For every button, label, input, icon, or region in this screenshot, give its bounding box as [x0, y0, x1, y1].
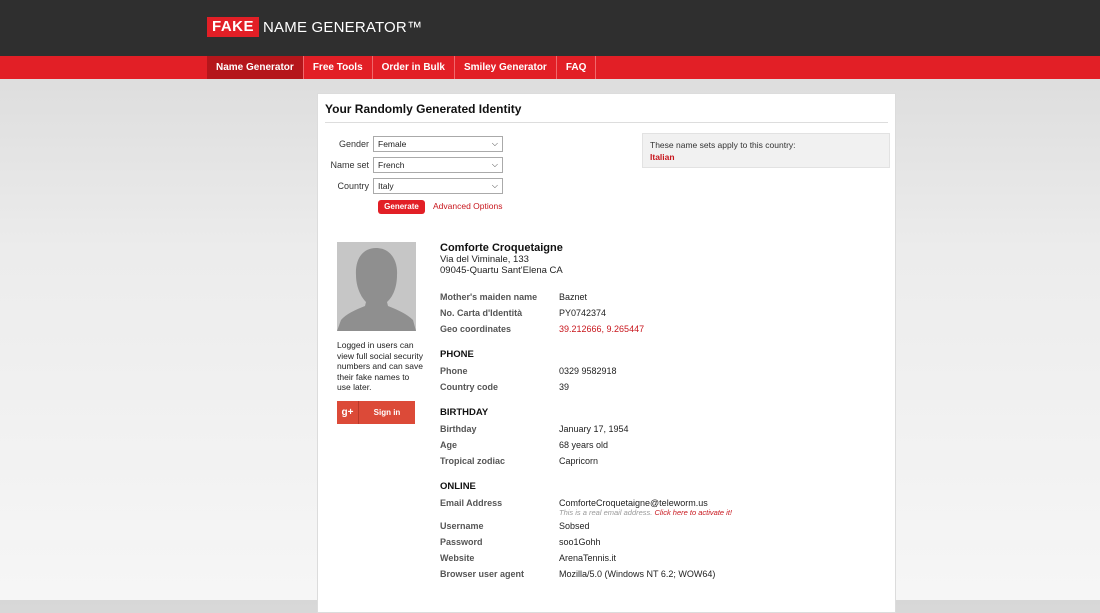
detail-label: Username: [440, 521, 484, 531]
chevron-down-icon: ⌵: [491, 181, 498, 190]
address-line-2: 09045-Quartu Sant'Elena CA: [440, 265, 563, 276]
detail-label: Age: [440, 440, 458, 450]
detail-value: Baznet: [559, 292, 588, 302]
page-title: Your Randomly Generated Identity: [325, 102, 522, 116]
detail-label: Country code: [440, 382, 499, 392]
detail-row: Birthday January 17, 1954: [440, 421, 880, 437]
detail-value: 39: [559, 382, 570, 392]
detail-label: Browser user agent: [440, 569, 525, 579]
advanced-options-link[interactable]: Advanced Options: [433, 201, 502, 211]
signin-label: Sign in: [373, 408, 401, 417]
country-select-value: Italy: [378, 181, 394, 191]
info-country: Italian: [650, 152, 675, 162]
detail-value: 0329 9582918: [559, 366, 617, 376]
section-heading-online: ONLINE: [440, 481, 476, 492]
detail-value: Sobsed: [559, 521, 590, 531]
detail-value: PY0742374: [559, 308, 607, 318]
detail-value: Mozilla/5.0 (Windows NT 6.2; WOW64): [559, 569, 716, 579]
section-heading-birthday: BIRTHDAY: [440, 407, 489, 418]
detail-value: soo1Gohh: [559, 537, 601, 547]
detail-row: No. Carta d'Identità PY0742374: [440, 305, 880, 321]
detail-value: Capricorn: [559, 456, 599, 466]
detail-label: Tropical zodiac: [440, 456, 506, 466]
logo-text: NAME GENERATOR™: [263, 18, 423, 36]
login-note: Logged in users can view full social sec…: [337, 340, 423, 392]
detail-row: Password soo1Gohh: [440, 534, 880, 550]
detail-value: ComforteCroquetaigne@teleworm.us: [559, 498, 708, 508]
nav-smiley-generator[interactable]: Smiley Generator: [455, 56, 557, 79]
detail-row: Country code 39: [440, 379, 880, 395]
country-select[interactable]: Italy ⌵: [373, 178, 503, 194]
nav-name-generator[interactable]: Name Generator: [207, 56, 304, 79]
section-heading-phone: PHONE: [440, 349, 474, 360]
chevron-down-icon: ⌵: [491, 160, 498, 169]
gender-row: Gender Female ⌵: [318, 136, 503, 152]
detail-label: Password: [440, 537, 483, 547]
detail-row: Website ArenaTennis.it: [440, 550, 880, 566]
activate-email-link[interactable]: Click here to activate it!: [654, 508, 732, 517]
country-row: Country Italy ⌵: [318, 178, 503, 194]
detail-row: Mother's maiden name Baznet: [440, 289, 880, 305]
detail-value: 68 years old: [559, 440, 609, 450]
detail-row: Browser user agent Mozilla/5.0 (Windows …: [440, 566, 880, 582]
generate-button[interactable]: Generate: [378, 200, 425, 214]
nav-order-in-bulk[interactable]: Order in Bulk: [373, 56, 455, 79]
info-text: These name sets apply to this country:: [650, 140, 796, 150]
detail-label: Geo coordinates: [440, 324, 512, 334]
detail-label: No. Carta d'Identità: [440, 308, 523, 318]
site-logo[interactable]: FAKE NAME GENERATOR™: [207, 17, 422, 37]
main-nav: Name Generator Free Tools Order in Bulk …: [207, 56, 597, 79]
nav-faq[interactable]: FAQ: [557, 56, 597, 79]
detail-label: Mother's maiden name: [440, 292, 538, 302]
gender-select-value: Female: [378, 139, 407, 149]
top-header: FAKE NAME GENERATOR™: [0, 0, 1100, 56]
nav-free-tools[interactable]: Free Tools: [304, 56, 373, 79]
email-note-text: This is a real email address.: [559, 508, 653, 517]
nameset-label: Name set: [330, 160, 369, 170]
email-note: This is a real email address. Click here…: [559, 508, 880, 518]
detail-value: ArenaTennis.it: [559, 553, 617, 563]
detail-row: Phone 0329 9582918: [440, 363, 880, 379]
detail-row: Tropical zodiac Capricorn: [440, 453, 880, 469]
nameset-row: Name set French ⌵: [318, 157, 503, 173]
detail-label: Email Address: [440, 498, 503, 508]
identity-details: Comforte Croquetaigne Via del Viminale, …: [440, 242, 880, 582]
gender-label: Gender: [338, 139, 369, 149]
chevron-down-icon: ⌵: [491, 139, 498, 148]
geo-coordinates-link[interactable]: 39.212666, 9.265447: [559, 324, 644, 334]
detail-row: Age 68 years old: [440, 437, 880, 453]
detail-label: Website: [440, 553, 475, 563]
identity-panel: Your Randomly Generated Identity Gender …: [317, 93, 896, 613]
detail-row: Username Sobsed: [440, 518, 880, 534]
gender-select[interactable]: Female ⌵: [373, 136, 503, 152]
avatar: [337, 242, 416, 331]
google-plus-icon: g+: [337, 401, 359, 424]
person-silhouette-icon: [337, 242, 416, 331]
detail-row: Geo coordinates 39.212666, 9.265447: [440, 321, 880, 337]
country-info-box: These name sets apply to this country: I…: [642, 133, 890, 168]
logo-fake-badge: FAKE: [207, 17, 260, 37]
title-divider: [325, 122, 888, 123]
google-signin-button[interactable]: g+ Sign in: [337, 401, 415, 424]
main-nav-bar: Name Generator Free Tools Order in Bulk …: [0, 56, 1100, 79]
detail-label: Phone: [440, 366, 468, 376]
detail-value: January 17, 1954: [559, 424, 629, 434]
address-line-1: Via del Viminale, 133: [440, 254, 529, 265]
country-label: Country: [337, 181, 369, 191]
person-name: Comforte Croquetaigne: [440, 242, 563, 254]
nameset-select-value: French: [378, 160, 405, 170]
nameset-select[interactable]: French ⌵: [373, 157, 503, 173]
detail-label: Birthday: [440, 424, 477, 434]
